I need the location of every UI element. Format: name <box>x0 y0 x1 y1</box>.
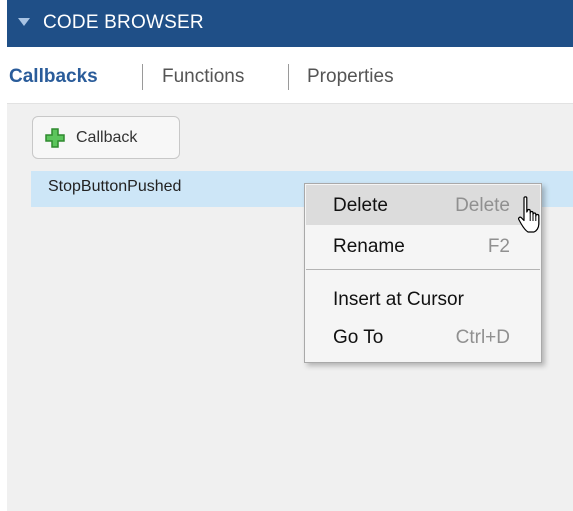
menu-item-rename[interactable]: Rename F2 <box>306 226 540 266</box>
context-menu: Delete Delete Rename F2 Insert at Cursor… <box>304 183 542 363</box>
menu-item-label: Insert at Cursor <box>333 289 464 310</box>
tab-functions[interactable]: Functions <box>162 65 244 89</box>
tab-callbacks[interactable]: Callbacks <box>9 65 98 89</box>
menu-item-insert-at-cursor[interactable]: Insert at Cursor <box>306 279 540 319</box>
hand-pointer-cursor-icon <box>518 196 540 233</box>
menu-item-shortcut: F2 <box>487 236 510 257</box>
collapse-arrow-icon[interactable] <box>18 18 30 26</box>
add-callback-button[interactable]: Callback <box>32 116 180 159</box>
menu-item-label: Go To <box>333 327 384 348</box>
tab-separator <box>288 64 289 90</box>
header-title: CODE BROWSER <box>43 12 204 33</box>
menu-item-go-to[interactable]: Go To Ctrl+D <box>306 317 540 357</box>
menu-item-label: Rename <box>333 236 405 257</box>
tab-properties[interactable]: Properties <box>307 65 394 89</box>
menu-item-shortcut: Ctrl+D <box>455 327 510 348</box>
plus-icon <box>45 128 65 148</box>
menu-separator <box>306 269 540 270</box>
code-browser-header[interactable]: CODE BROWSER <box>7 0 573 47</box>
code-browser-panel: CODE BROWSER Callbacks Functions Propert… <box>7 0 573 511</box>
tab-separator <box>142 64 143 90</box>
menu-item-label: Delete <box>333 195 388 216</box>
add-callback-label: Callback <box>76 129 138 146</box>
menu-item-shortcut: Delete <box>455 195 510 216</box>
callback-item-label: StopButtonPushed <box>48 178 182 195</box>
tab-bar: Callbacks Functions Properties <box>7 47 573 104</box>
menu-item-delete[interactable]: Delete Delete <box>306 185 540 225</box>
